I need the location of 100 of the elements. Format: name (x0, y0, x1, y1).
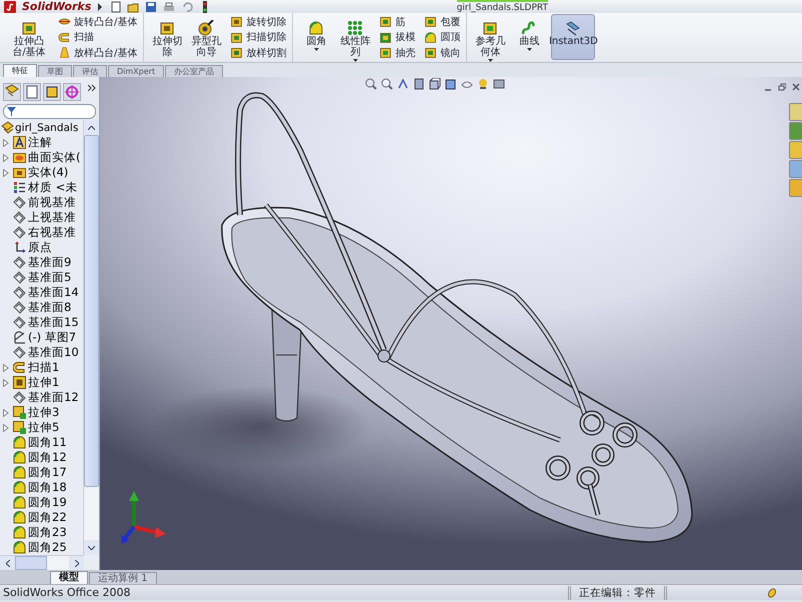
tree-item[interactable]: 圆角11 (0, 435, 83, 450)
toolbar-button[interactable]: 包覆 (422, 14, 462, 30)
tree-item[interactable]: 拉伸3 (0, 405, 83, 420)
toolbar-button[interactable]: 抽壳 (377, 45, 418, 60)
view-orientation-icon[interactable] (429, 78, 441, 90)
tree-item[interactable]: 基准面12 (0, 390, 83, 405)
scroll-down-icon[interactable] (88, 546, 95, 550)
vertical-scrollbar[interactable] (83, 120, 99, 555)
tree-item[interactable]: 圆角18 (0, 480, 83, 495)
tree-item[interactable]: 材质 <未 (0, 180, 83, 195)
tree-item[interactable]: 基准面15 (0, 315, 83, 330)
tree-item[interactable]: 上视基准 (0, 210, 83, 225)
model-tab[interactable]: 运动算例 1 (89, 572, 157, 584)
toolbar-button[interactable]: 拉伸凸台/基体 (7, 14, 51, 60)
tree-item[interactable]: 拉伸5 (0, 420, 83, 435)
command-tab[interactable]: 草图 (38, 65, 72, 77)
dropdown-arrow-icon[interactable] (488, 59, 493, 62)
expand-arrow-icon[interactable] (3, 378, 9, 386)
tree-item[interactable]: 前视基准 (0, 195, 83, 210)
display-style-icon[interactable] (445, 78, 457, 90)
configuration-tab[interactable] (43, 83, 61, 101)
expand-arrow-icon[interactable] (3, 154, 9, 162)
command-tab[interactable]: 特征 (3, 64, 37, 77)
tree-item[interactable]: 右视基准 (0, 225, 83, 240)
tree-item[interactable]: 基准面10 (0, 345, 83, 360)
expand-arrow-icon[interactable] (3, 138, 9, 146)
toolbar-button[interactable]: 异型孔向导 (189, 14, 224, 60)
tree-item[interactable]: 圆角22 (0, 510, 83, 525)
plane-icon (13, 211, 26, 224)
tree-item[interactable]: 原点 (0, 240, 83, 255)
plane-icon (13, 346, 26, 359)
axis-triad-icon (120, 489, 168, 545)
scene-icon[interactable] (493, 78, 505, 90)
toolbar-button[interactable]: 圆角 (299, 14, 334, 60)
restore-icon[interactable] (778, 83, 786, 91)
toolbar-button[interactable]: 筋 (377, 14, 418, 30)
toolbar-button[interactable]: 镜向 (422, 45, 462, 60)
new-document-icon[interactable] (109, 0, 122, 12)
fillet-icon (13, 541, 26, 554)
dimxpert-tab[interactable] (63, 83, 81, 101)
tree-item[interactable]: 圆角17 (0, 465, 83, 480)
toolbar-button[interactable]: 放样切割 (228, 45, 288, 60)
toolbar-button[interactable]: 参考几何体 (473, 14, 508, 60)
tree-item[interactable]: girl_Sandals (0, 120, 83, 135)
undo-icon[interactable] (181, 0, 194, 12)
menu-arrow-icon[interactable] (97, 2, 104, 10)
scroll-right-icon[interactable] (74, 560, 78, 566)
tree-item[interactable]: 拉伸1 (0, 375, 83, 390)
property-tab[interactable] (23, 83, 41, 101)
horizontal-scrollbar[interactable] (0, 555, 84, 570)
close-icon[interactable] (792, 83, 800, 91)
tree-item[interactable]: 基准面9 (0, 255, 83, 270)
expand-arrow-icon[interactable] (3, 168, 9, 176)
dropdown-arrow-icon[interactable] (352, 59, 358, 62)
tree-item[interactable]: 曲面实体( (0, 150, 83, 165)
toolbar-button[interactable]: 拔模 (377, 30, 418, 45)
tree-item[interactable]: 实体(4) (0, 165, 83, 180)
command-tab[interactable]: 办公室产品 (165, 65, 224, 77)
tree-item[interactable]: 扫描1 (0, 360, 83, 375)
expand-arrow-icon[interactable] (3, 364, 9, 372)
toolbar-button[interactable]: 放样凸台/基体 (56, 45, 140, 60)
zoom-area-icon[interactable] (381, 78, 393, 90)
sketch-icon (13, 331, 26, 344)
block-icon (379, 46, 392, 60)
tree-item[interactable]: 基准面8 (0, 300, 83, 315)
expand-arrow-icon[interactable] (3, 424, 9, 432)
tree-item[interactable]: 基准面14 (0, 285, 83, 300)
toolbar-button[interactable]: 曲线 (512, 14, 546, 60)
command-tab[interactable]: 评估 (73, 65, 107, 77)
command-tab[interactable]: DimXpert (108, 65, 164, 77)
toolbar-button[interactable]: 拉伸切除 (150, 14, 184, 60)
tree-item[interactable]: 圆角23 (0, 525, 83, 540)
section-view-icon[interactable] (413, 78, 425, 90)
model-tab[interactable]: 模型 (50, 571, 88, 584)
dropdown-arrow-icon[interactable] (314, 48, 319, 51)
lights-icon[interactable] (477, 78, 489, 90)
save-icon[interactable] (145, 0, 158, 12)
toolbar-button[interactable]: 圆顶 (422, 30, 462, 45)
tree-item[interactable]: 基准面5 (0, 270, 83, 285)
toolbar-button[interactable]: 线性阵列 (338, 14, 372, 60)
dropdown-arrow-icon[interactable] (526, 48, 532, 51)
expand-arrow-icon[interactable] (3, 408, 9, 416)
scroll-left-icon[interactable] (6, 560, 10, 566)
tree-item[interactable]: 注解 (0, 135, 83, 150)
print-icon[interactable] (163, 0, 176, 12)
toolbar-button[interactable]: 扫描切除 (228, 30, 288, 45)
tree-item[interactable]: 圆角25 (0, 540, 83, 555)
scroll-up-icon[interactable] (88, 126, 95, 130)
tree-item[interactable]: (-) 草图7 (0, 330, 83, 345)
zoom-to-fit-icon[interactable] (365, 78, 377, 90)
toolbar-button[interactable]: 扫描 (56, 30, 140, 45)
toolbar-button[interactable]: 旋转切除 (228, 14, 288, 30)
filter-field[interactable] (3, 104, 96, 119)
feature-tree-tab[interactable] (3, 83, 21, 101)
toolbar-button[interactable]: Instant3D (551, 14, 596, 60)
toolbar-button[interactable]: 旋转凸台/基体 (56, 14, 140, 30)
previous-view-icon[interactable] (397, 78, 409, 90)
fillet-icon (13, 496, 26, 509)
tree-item[interactable]: 圆角19 (0, 495, 83, 510)
tree-item[interactable]: 圆角12 (0, 450, 83, 465)
